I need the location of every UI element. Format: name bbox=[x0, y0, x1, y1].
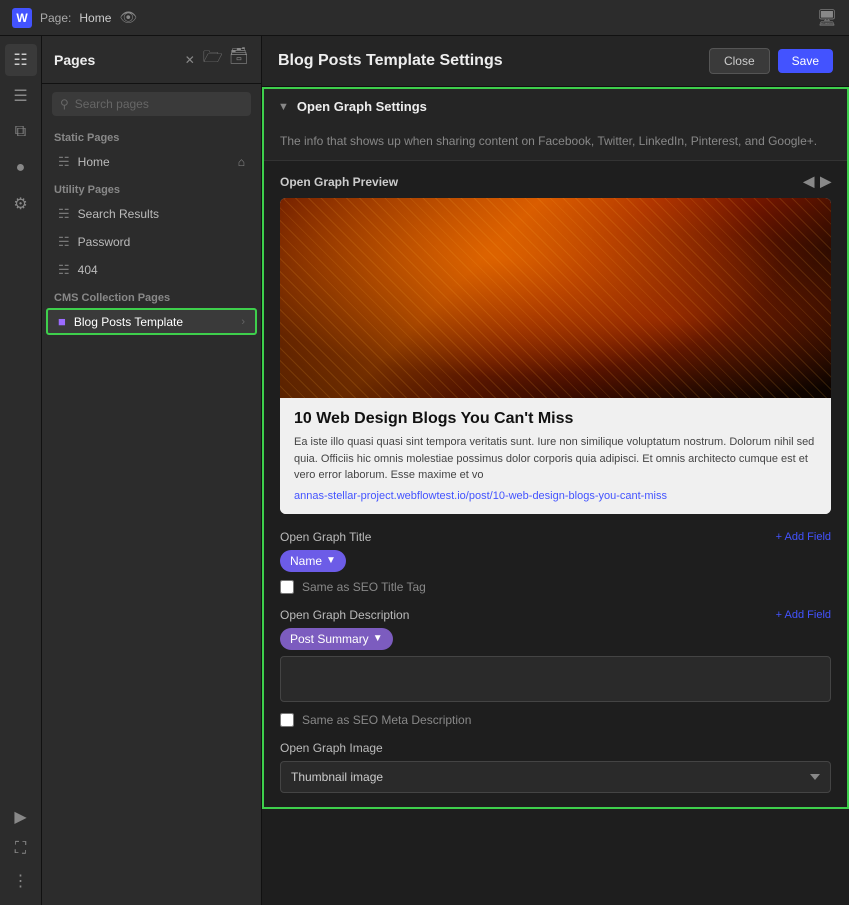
search-box[interactable]: ⚲ bbox=[52, 92, 251, 116]
sidebar-item-search-results[interactable]: ☵ Search Results bbox=[46, 200, 257, 228]
page-icon-search: ☵ bbox=[58, 206, 70, 222]
og-desc-pill-arrow: ▼ bbox=[373, 633, 383, 644]
og-title-add-field[interactable]: + Add Field bbox=[776, 531, 831, 543]
og-preview-label: Open Graph Preview ◀ ▶ bbox=[264, 161, 847, 198]
og-desc-label-text: Open Graph Description bbox=[280, 608, 409, 622]
home-icon: ⌂ bbox=[238, 155, 245, 169]
sidebar-item-text-home: Home bbox=[78, 155, 230, 169]
sidebar-title: Pages bbox=[54, 52, 177, 68]
og-preview-body: 10 Web Design Blogs You Can't Miss Ea is… bbox=[280, 398, 831, 514]
og-desc-add-field[interactable]: + Add Field bbox=[776, 609, 831, 621]
sidebar-close-icon[interactable]: ✕ bbox=[185, 53, 195, 67]
og-title-label: Open Graph Title + Add Field bbox=[280, 530, 831, 544]
sidebar-item-home[interactable]: ☵ Home ⌂ bbox=[46, 148, 257, 176]
sidebar-item-text-404: 404 bbox=[78, 263, 245, 277]
og-title-field: Open Graph Title + Add Field Name ▼ Same… bbox=[280, 530, 831, 594]
og-collapse-icon: ▼ bbox=[278, 101, 289, 113]
add-page-icon[interactable]: 🗃 bbox=[229, 46, 249, 73]
layers-icon[interactable]: ☰ bbox=[5, 80, 37, 112]
og-section-header[interactable]: ▼ Open Graph Settings bbox=[264, 89, 847, 124]
og-title-pill-arrow: ▼ bbox=[326, 555, 336, 566]
og-desc-checkbox-row: Same as SEO Meta Description bbox=[280, 713, 831, 727]
og-title-pill[interactable]: Name ▼ bbox=[280, 550, 346, 572]
page-label: Page: bbox=[40, 11, 71, 25]
cursor-icon[interactable]: ▶ bbox=[5, 801, 37, 833]
og-image-label-text: Open Graph Image bbox=[280, 741, 383, 755]
add-folder-icon[interactable]: 🗁 bbox=[203, 46, 223, 73]
og-preview-url: annas-stellar-project.webflowtest.io/pos… bbox=[294, 490, 817, 502]
og-desc-checkbox[interactable] bbox=[280, 713, 294, 727]
sidebar-item-password[interactable]: ☵ Password bbox=[46, 228, 257, 256]
sidebar-item-404[interactable]: ☵ 404 bbox=[46, 256, 257, 284]
og-settings-section: Open Graph Title + Add Field Name ▼ Same… bbox=[264, 530, 847, 793]
sidebar-header: Pages ✕ 🗁 🗃 bbox=[42, 36, 261, 84]
og-title-checkbox[interactable] bbox=[280, 580, 294, 594]
og-section: ▼ Open Graph Settings The info that show… bbox=[262, 87, 849, 809]
cms-pages-label: CMS Collection Pages bbox=[42, 284, 261, 308]
components-icon[interactable]: ⧉ bbox=[5, 116, 37, 148]
sidebar-item-text-password: Password bbox=[78, 235, 245, 249]
og-desc-pill[interactable]: Post Summary ▼ bbox=[280, 628, 393, 650]
og-preview-image bbox=[280, 198, 831, 398]
monitor-icon-wrapper: 🖥 bbox=[817, 8, 837, 28]
main-area: ☷ ☰ ⧉ ● ⚙ ▶ ⛶ ⋮ Pages ✕ 🗁 🗃 ⚲ Static Pag… bbox=[0, 36, 849, 905]
og-title-label-text: Open Graph Title bbox=[280, 530, 371, 544]
og-preview-card: 10 Web Design Blogs You Can't Miss Ea is… bbox=[280, 198, 831, 514]
close-button[interactable]: Close bbox=[709, 48, 770, 74]
og-desc-label: Open Graph Description + Add Field bbox=[280, 608, 831, 622]
sidebar-item-blog-posts[interactable]: ■ Blog Posts Template › bbox=[46, 308, 257, 335]
top-bar: W Page: Home 👁 🖥 bbox=[0, 0, 849, 36]
og-image-select[interactable]: Thumbnail image Featured Image Custom bbox=[280, 761, 831, 793]
grid-icon[interactable]: ⋮ bbox=[5, 865, 37, 897]
assets-icon[interactable]: ● bbox=[5, 152, 37, 184]
search-input[interactable] bbox=[75, 97, 243, 111]
og-desc-textarea[interactable] bbox=[280, 656, 831, 702]
pages-icon[interactable]: ☷ bbox=[5, 44, 37, 76]
og-title-checkbox-label: Same as SEO Title Tag bbox=[302, 580, 426, 594]
page-name: Home bbox=[79, 11, 111, 25]
page-icon-password: ☵ bbox=[58, 234, 70, 250]
panel-header: Blog Posts Template Settings Close Save bbox=[262, 36, 849, 87]
utility-pages-label: Utility Pages bbox=[42, 176, 261, 200]
og-blog-title: 10 Web Design Blogs You Can't Miss bbox=[294, 410, 817, 428]
og-prev-icon[interactable]: ◀ bbox=[803, 173, 814, 190]
og-section-title: Open Graph Settings bbox=[297, 99, 427, 114]
og-image-field: Open Graph Image Thumbnail image Feature… bbox=[280, 741, 831, 793]
panel-body: ▼ Open Graph Settings The info that show… bbox=[262, 87, 849, 905]
og-title-pill-label: Name bbox=[290, 554, 322, 568]
og-desc-field: Open Graph Description + Add Field Post … bbox=[280, 608, 831, 727]
webflow-logo: W bbox=[12, 8, 32, 28]
monitor-icon: 🖥 bbox=[817, 10, 837, 27]
og-desc-checkbox-label: Same as SEO Meta Description bbox=[302, 713, 471, 727]
og-next-icon[interactable]: ▶ bbox=[820, 173, 831, 190]
settings-icon[interactable]: ⚙ bbox=[5, 188, 37, 220]
og-preview-arrows: ◀ ▶ bbox=[803, 173, 831, 190]
icon-bar-bottom: ▶ ⛶ ⋮ bbox=[5, 801, 37, 905]
panel-title: Blog Posts Template Settings bbox=[278, 52, 709, 70]
save-button[interactable]: Save bbox=[778, 49, 833, 73]
page-icon-404: ☵ bbox=[58, 262, 70, 278]
og-image-select-wrapper: Thumbnail image Featured Image Custom bbox=[280, 761, 831, 793]
og-title-checkbox-row: Same as SEO Title Tag bbox=[280, 580, 831, 594]
main-content: Blog Posts Template Settings Close Save … bbox=[262, 36, 849, 905]
chevron-right-icon: › bbox=[241, 316, 245, 328]
sidebar-item-text-search: Search Results bbox=[78, 207, 245, 221]
static-pages-label: Static Pages bbox=[42, 124, 261, 148]
crop-icon[interactable]: ⛶ bbox=[5, 833, 37, 865]
og-image-label: Open Graph Image bbox=[280, 741, 831, 755]
og-preview-text: Open Graph Preview bbox=[280, 175, 398, 189]
page-icon: ☵ bbox=[58, 154, 70, 170]
sidebar-icons: 🗁 🗃 bbox=[203, 46, 249, 73]
icon-bar: ☷ ☰ ⧉ ● ⚙ ▶ ⛶ ⋮ bbox=[0, 36, 42, 905]
sidebar-item-text-blog: Blog Posts Template bbox=[74, 315, 233, 329]
og-desc-pill-label: Post Summary bbox=[290, 632, 369, 646]
collection-page-icon: ■ bbox=[58, 314, 66, 329]
og-description: The info that shows up when sharing cont… bbox=[264, 124, 847, 161]
eye-icon[interactable]: 👁 bbox=[119, 9, 137, 26]
og-preview-description: Ea iste illo quasi quasi sint tempora ve… bbox=[294, 434, 817, 484]
sidebar: Pages ✕ 🗁 🗃 ⚲ Static Pages ☵ Home ⌂ Util… bbox=[42, 36, 262, 905]
search-icon: ⚲ bbox=[60, 97, 69, 111]
